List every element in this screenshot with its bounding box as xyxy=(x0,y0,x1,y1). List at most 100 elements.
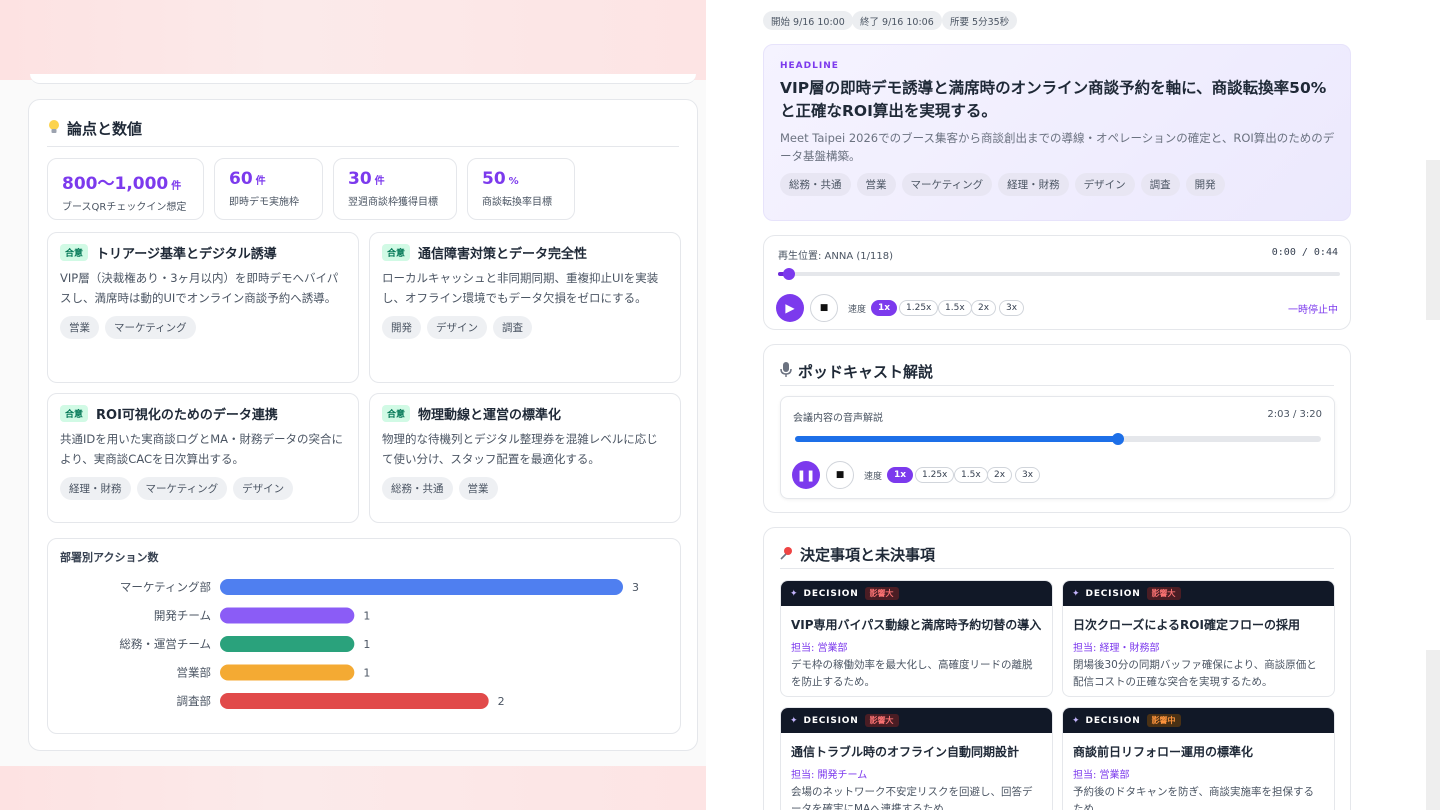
speed-1-5x[interactable]: 1.5x xyxy=(954,467,988,483)
speed-1x[interactable]: 1x xyxy=(871,300,898,316)
topic-card: 合意 物理動線と運営の標準化 物理的な待機列とデジタル整理券を混雑レベルに応じて使… xyxy=(369,393,681,523)
stop-icon: ■ xyxy=(819,303,829,313)
decision-owner: 担当: 営業部 xyxy=(791,643,848,654)
headline-text: VIP層の即時デモ誘導と満席時のオンライン商談予約を軸に、商談転換率50%と正確… xyxy=(780,79,1327,120)
agreement-badge: 合意 xyxy=(382,405,411,422)
decision-title: VIP専用バイパス動線と満席時予約切替の導入 xyxy=(791,618,1042,632)
bar xyxy=(220,607,355,624)
impact-badge: 影響大 xyxy=(864,714,899,727)
stop-button[interactable]: ■ xyxy=(826,461,854,489)
points-title: 論点と数値 xyxy=(47,118,142,139)
podcast-seek-bar[interactable] xyxy=(795,433,1321,445)
topic-card: 合意 通信障害対策とデータ完全性 ローカルキャッシュと非同期同期、重複抑止UIを実… xyxy=(369,232,681,383)
stop-button[interactable]: ■ xyxy=(810,294,838,322)
metric-value: 30 xyxy=(348,169,372,189)
decisions-card: 決定事項と未決事項 ✦ DECISION 影響大 VIP専用バイパス動線と満席時予約… xyxy=(763,527,1351,810)
bar-category-label: マーケティング部 xyxy=(120,580,211,594)
tag: マーケティング xyxy=(136,477,228,500)
tag: 開発 xyxy=(1185,173,1225,196)
tag: 営業 xyxy=(856,173,896,196)
bar-category-label: 開発チーム xyxy=(154,609,211,623)
decisions-title: 決定事項と未決事項 xyxy=(780,544,935,565)
speed-1x[interactable]: 1x xyxy=(887,467,914,483)
divider xyxy=(780,385,1334,386)
seek-handle[interactable] xyxy=(783,268,796,280)
sparkle-icon: ✦ xyxy=(790,715,798,726)
metric-value: 800〜1,000 xyxy=(62,174,169,194)
speed-1-25x[interactable]: 1.25x xyxy=(899,300,939,316)
topic-body: 物理的な待機列とデジタル整理券を混雑レベルに応じて使い分け、スタッフ配置を最適化… xyxy=(382,432,658,466)
tag: 開発 xyxy=(382,316,421,339)
speed-3x[interactable]: 3x xyxy=(999,300,1025,316)
speed-label: 速度 xyxy=(848,305,867,315)
headline-subtext: Meet Taipei 2026でのブース集客から商談創出までの導線・オペレーシ… xyxy=(780,131,1335,163)
decision-card: ✦ DECISION 影響中 商談前日リフォロー運用の標準化 担当: 営業部 予約後… xyxy=(1062,707,1335,810)
metric-card: 60 件 即時デモ実施枠 xyxy=(214,158,323,220)
end-time-pill: 終了 9/16 10:06 xyxy=(852,11,942,30)
tag: デザイン xyxy=(233,477,294,500)
decision-card: ✦ DECISION 影響大 通信トラブル時のオフライン自動同期設計 担当: 開発チ… xyxy=(780,707,1053,810)
metric-label: ブースQRチェックイン想定 xyxy=(62,202,187,213)
topic-body: ローカルキャッシュと非同期同期、重複抑止UIを実装し、オフライン環境でもデータ欠… xyxy=(382,271,659,305)
tag: マーケティング xyxy=(105,316,196,339)
tag: 調査 xyxy=(1140,173,1180,196)
metric-card: 800〜1,000 件 ブースQRチェックイン想定 xyxy=(47,158,204,220)
seek-handle[interactable] xyxy=(1112,433,1125,445)
divider xyxy=(47,146,679,147)
speed-1-25x[interactable]: 1.25x xyxy=(915,467,955,483)
scroll-edge xyxy=(1426,160,1440,320)
playback-seek-bar[interactable] xyxy=(778,268,1340,280)
podcast-card: ポッドキャスト解説 会議内容の音声解説 2:03 / 3:20 ❚❚ ■ 速度 … xyxy=(763,344,1351,513)
microphone-icon xyxy=(780,361,792,382)
bar xyxy=(220,636,355,652)
speed-2x[interactable]: 2x xyxy=(987,467,1013,483)
seek-fill xyxy=(795,436,1119,442)
tag: 経理・財務 xyxy=(60,477,131,500)
tag: デザイン xyxy=(1074,173,1135,196)
decision-body: 会場のネットワーク不安定リスクを回避し、回答データを確実にMAへ連携するため。 xyxy=(791,786,1033,810)
speed-1-5x[interactable]: 1.5x xyxy=(938,300,972,316)
decision-card: ✦ DECISION 影響大 日次クローズによるROI確定フローの採用 担当: 経理… xyxy=(1062,580,1335,697)
pause-button[interactable]: ❚❚ xyxy=(792,461,820,489)
pause-status: 一時停止中 xyxy=(1288,305,1338,316)
bar-value-label: 2 xyxy=(498,695,505,708)
pushpin-icon xyxy=(780,546,794,564)
agreement-badge: 合意 xyxy=(382,244,411,261)
podcast-label: 会議内容の音声解説 xyxy=(793,413,883,424)
bar-chart-svg: マーケティング部 3 開発チーム 1 総務・運営チーム 1 営業部 1 調査部 2 xyxy=(119,579,639,709)
impact-badge: 影響中 xyxy=(1146,714,1181,727)
decision-card: ✦ DECISION 影響大 VIP専用バイパス動線と満席時予約切替の導入 担当: … xyxy=(780,580,1053,697)
topic-body: 共通IDを用いた実商談ログとMA・財務データの突合により、実商談CACを日次算出… xyxy=(60,432,344,466)
tag: 営業 xyxy=(458,477,498,500)
speed-3x[interactable]: 3x xyxy=(1015,467,1041,483)
metric-label: 即時デモ実施枠 xyxy=(229,197,299,208)
metric-label: 翌週商談枠獲得目標 xyxy=(348,197,438,208)
playback-time: 0:00 / 0:44 xyxy=(1271,247,1338,258)
decision-body: デモ枠の稼働効率を最大化し、高確度リードの離脱を防止するため。 xyxy=(791,659,1033,688)
bar-category-label: 調査部 xyxy=(177,694,212,708)
playback-position: 再生位置: ANNA (1/118) xyxy=(778,251,893,262)
metric-value: 60 xyxy=(229,169,253,189)
transcript-player: 再生位置: ANNA (1/118) 0:00 / 0:44 ▶ ■ 速度 1x… xyxy=(763,235,1351,330)
decision-title: 商談前日リフォロー運用の標準化 xyxy=(1073,745,1254,759)
bar-value-label: 1 xyxy=(363,610,370,623)
metric-card: 50% 商談転換率目標 xyxy=(467,158,575,220)
play-button[interactable]: ▶ xyxy=(776,294,804,322)
topic-title: 通信障害対策とデータ完全性 xyxy=(418,247,588,262)
bar xyxy=(220,664,355,681)
bar xyxy=(220,579,623,595)
duration-pill: 所要 5分35秒 xyxy=(942,11,1018,30)
speed-2x[interactable]: 2x xyxy=(971,300,997,316)
metric-value: 50 xyxy=(482,169,506,189)
agreement-badge: 合意 xyxy=(60,405,89,422)
decision-owner: 担当: 開発チーム xyxy=(791,770,868,781)
impact-badge: 影響大 xyxy=(1146,587,1181,600)
bar-category-label: 営業部 xyxy=(177,666,212,680)
speed-label: 速度 xyxy=(864,472,883,482)
tag: マーケティング xyxy=(901,173,993,196)
decision-owner: 担当: 営業部 xyxy=(1073,770,1130,781)
tag: デザイン xyxy=(427,316,487,339)
metric-unit: 件 xyxy=(171,181,182,192)
topic-title: 物理動線と運営の標準化 xyxy=(418,408,562,423)
decision-body: 予約後のドタキャンを防ぎ、商談実施率を担保するため。 xyxy=(1073,786,1314,810)
